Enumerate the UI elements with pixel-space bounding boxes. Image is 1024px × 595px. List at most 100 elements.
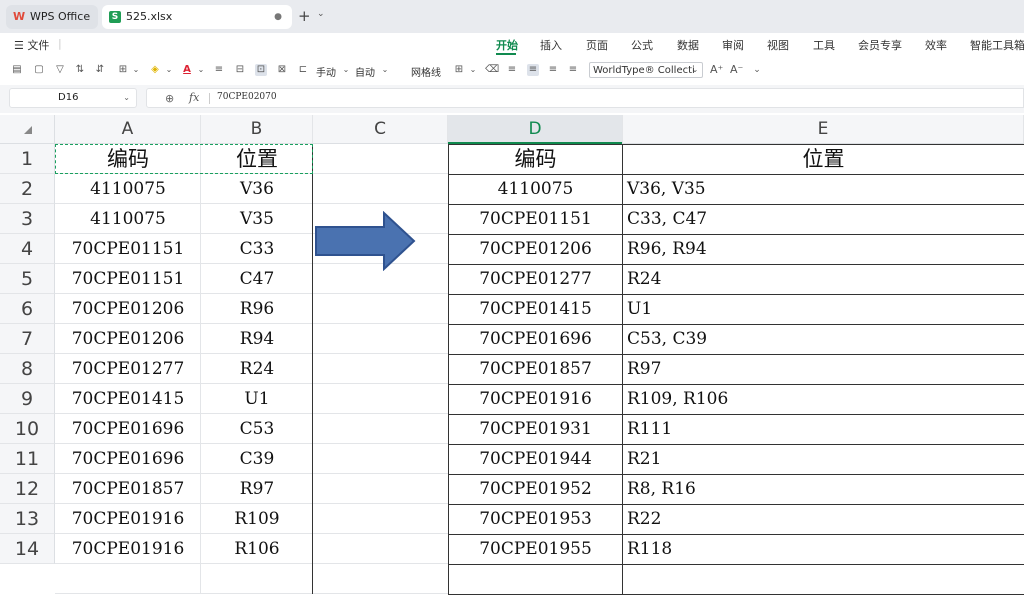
cell-code[interactable]: 70CPE01953 — [448, 504, 623, 534]
cell-code[interactable]: 70CPE01696 — [448, 324, 623, 354]
merge-center-icon[interactable]: ⊡ — [255, 64, 267, 76]
filter-icon[interactable]: ▽ — [54, 64, 66, 76]
row-header[interactable]: 1 — [0, 144, 55, 174]
menu-item-page[interactable]: 页面 — [586, 37, 608, 53]
column-header-a[interactable]: A — [55, 115, 201, 144]
font-name-field[interactable]: WorldType® Collecti — [589, 62, 703, 78]
chevron-down-icon[interactable]: ⌄ — [317, 9, 325, 19]
paste-special-icon[interactable]: ▤ — [11, 64, 23, 76]
menu-item-data[interactable]: 数据 — [677, 37, 699, 53]
row-header[interactable]: 10 — [0, 414, 55, 444]
header-cell-code[interactable]: 编码 — [448, 144, 623, 174]
column-header-e[interactable]: E — [623, 115, 1024, 144]
chevron-down-icon[interactable]: ⌄ — [751, 64, 763, 76]
row-header[interactable]: 9 — [0, 384, 55, 414]
row-header[interactable]: 13 — [0, 504, 55, 534]
chevron-down-icon[interactable]: ⌄ — [130, 64, 142, 76]
clear-format-icon[interactable]: ⌫ — [485, 64, 499, 76]
cell-position[interactable]: C53 — [201, 414, 313, 444]
row-header[interactable]: 4 — [0, 234, 55, 264]
column-header-c[interactable]: C — [313, 115, 448, 144]
cell-code[interactable]: 4110075 — [55, 204, 201, 234]
cell-position[interactable]: R22 — [623, 504, 1024, 534]
cell-code[interactable]: 70CPE01206 — [448, 234, 623, 264]
file-menu[interactable]: ☰ 文件 — [14, 37, 49, 53]
row-header[interactable]: 8 — [0, 354, 55, 384]
cell-code[interactable]: 70CPE01696 — [55, 414, 201, 444]
row-header[interactable]: 11 — [0, 444, 55, 474]
cell-position[interactable]: R109 — [201, 504, 313, 534]
cell-code[interactable]: 70CPE01916 — [448, 384, 623, 414]
row-header[interactable]: 7 — [0, 324, 55, 354]
font-shrink-icon[interactable]: A⁻ — [730, 64, 743, 76]
row-header[interactable]: 6 — [0, 294, 55, 324]
freeze-icon[interactable]: ⊟ — [234, 64, 246, 76]
border-icon[interactable]: ⊞ — [117, 64, 129, 76]
cell-position[interactable]: R24 — [201, 354, 313, 384]
tab-file-525[interactable]: S 525.xlsx ● — [102, 5, 292, 29]
font-grow-icon[interactable]: A⁺ — [710, 64, 723, 76]
table-style-icon[interactable]: ⊠ — [276, 64, 288, 76]
cell-code[interactable]: 70CPE01206 — [55, 324, 201, 354]
cell-code[interactable]: 70CPE01151 — [55, 234, 201, 264]
spreadsheet-grid[interactable]: A B C D E 1 2 3 4 5 6 7 8 9 10 11 12 13 14 编码 位置 411007… — [0, 115, 1024, 595]
cell-position[interactable]: R97 — [201, 474, 313, 504]
unsaved-dot-icon[interactable]: ● — [274, 5, 282, 29]
formula-input[interactable]: ⊕ fx 70CPE02070 — [146, 88, 1024, 108]
menu-item-smart-toolbox[interactable]: 智能工具箱 — [970, 37, 1024, 53]
row-header[interactable]: 2 — [0, 174, 55, 204]
row-height-dropdown[interactable]: 手动 — [316, 64, 336, 79]
col-width-dropdown[interactable]: 自动 — [355, 64, 375, 79]
font-color-icon[interactable]: A — [181, 64, 193, 76]
tab-wps-office[interactable]: W WPS Office — [6, 5, 98, 29]
header-cell-position[interactable]: 位置 — [623, 144, 1024, 174]
zoom-icon[interactable]: ⊕ — [165, 92, 174, 105]
chevron-down-icon[interactable]: ⌄ — [195, 64, 207, 76]
cell-position[interactable]: R97 — [623, 354, 1024, 384]
cell-position[interactable]: V35 — [201, 204, 313, 234]
wrap-icon[interactable]: ≡ — [213, 64, 225, 76]
cell-position[interactable]: V36, V35 — [623, 174, 1024, 204]
new-tab-button[interactable]: + — [298, 8, 311, 24]
cell-position[interactable]: R8, R16 — [623, 474, 1024, 504]
cell-code[interactable]: 70CPE01151 — [55, 264, 201, 294]
menu-item-home[interactable]: 开始 — [496, 37, 518, 53]
cell-position[interactable]: U1 — [623, 294, 1024, 324]
cell-position[interactable]: C33, C47 — [623, 204, 1024, 234]
cell-position[interactable]: R96, R94 — [623, 234, 1024, 264]
sort-desc-icon[interactable]: ⇵ — [94, 64, 106, 76]
cell-code[interactable]: 70CPE01857 — [55, 474, 201, 504]
split-icon[interactable]: ⊏ — [297, 64, 309, 76]
row-header[interactable]: 12 — [0, 474, 55, 504]
cell-code[interactable]: 70CPE01955 — [448, 534, 623, 564]
align-center-icon[interactable]: ≡ — [527, 64, 539, 76]
column-header-b[interactable]: B — [201, 115, 313, 144]
cell-position[interactable]: R109, R106 — [623, 384, 1024, 414]
sort-asc-icon[interactable]: ⇅ — [74, 64, 86, 76]
menu-item-tools[interactable]: 工具 — [813, 37, 835, 53]
cell-code[interactable]: 4110075 — [448, 174, 623, 204]
menu-item-insert[interactable]: 插入 — [540, 37, 562, 53]
right-arrow-shape[interactable] — [314, 211, 418, 271]
cell-style-icon[interactable]: ⊞ — [453, 64, 465, 76]
cell-code[interactable]: 70CPE01916 — [55, 534, 201, 564]
format-painter-icon[interactable]: ▢ — [33, 64, 45, 76]
cell-code[interactable]: 70CPE01952 — [448, 474, 623, 504]
cell-code[interactable]: 70CPE01277 — [55, 354, 201, 384]
column-header-d[interactable]: D — [448, 115, 623, 144]
select-all-corner[interactable] — [0, 115, 55, 144]
align-left-icon[interactable]: ≡ — [506, 64, 518, 76]
cell-position[interactable]: R21 — [623, 444, 1024, 474]
align-right-icon[interactable]: ≡ — [547, 64, 559, 76]
cell-position[interactable]: R96 — [201, 294, 313, 324]
chevron-down-icon[interactable]: ⌄ — [379, 64, 391, 76]
chevron-down-icon[interactable]: ⌄ — [467, 64, 479, 76]
fx-icon[interactable]: fx — [189, 91, 199, 104]
row-header[interactable]: 5 — [0, 264, 55, 294]
cell-position[interactable]: R106 — [201, 534, 313, 564]
cell-position[interactable]: C33 — [201, 234, 313, 264]
cell-position[interactable]: U1 — [201, 384, 313, 414]
cell-position[interactable]: V36 — [201, 174, 313, 204]
cell-code[interactable]: 4110075 — [55, 174, 201, 204]
menu-item-member[interactable]: 会员专享 — [858, 37, 902, 53]
